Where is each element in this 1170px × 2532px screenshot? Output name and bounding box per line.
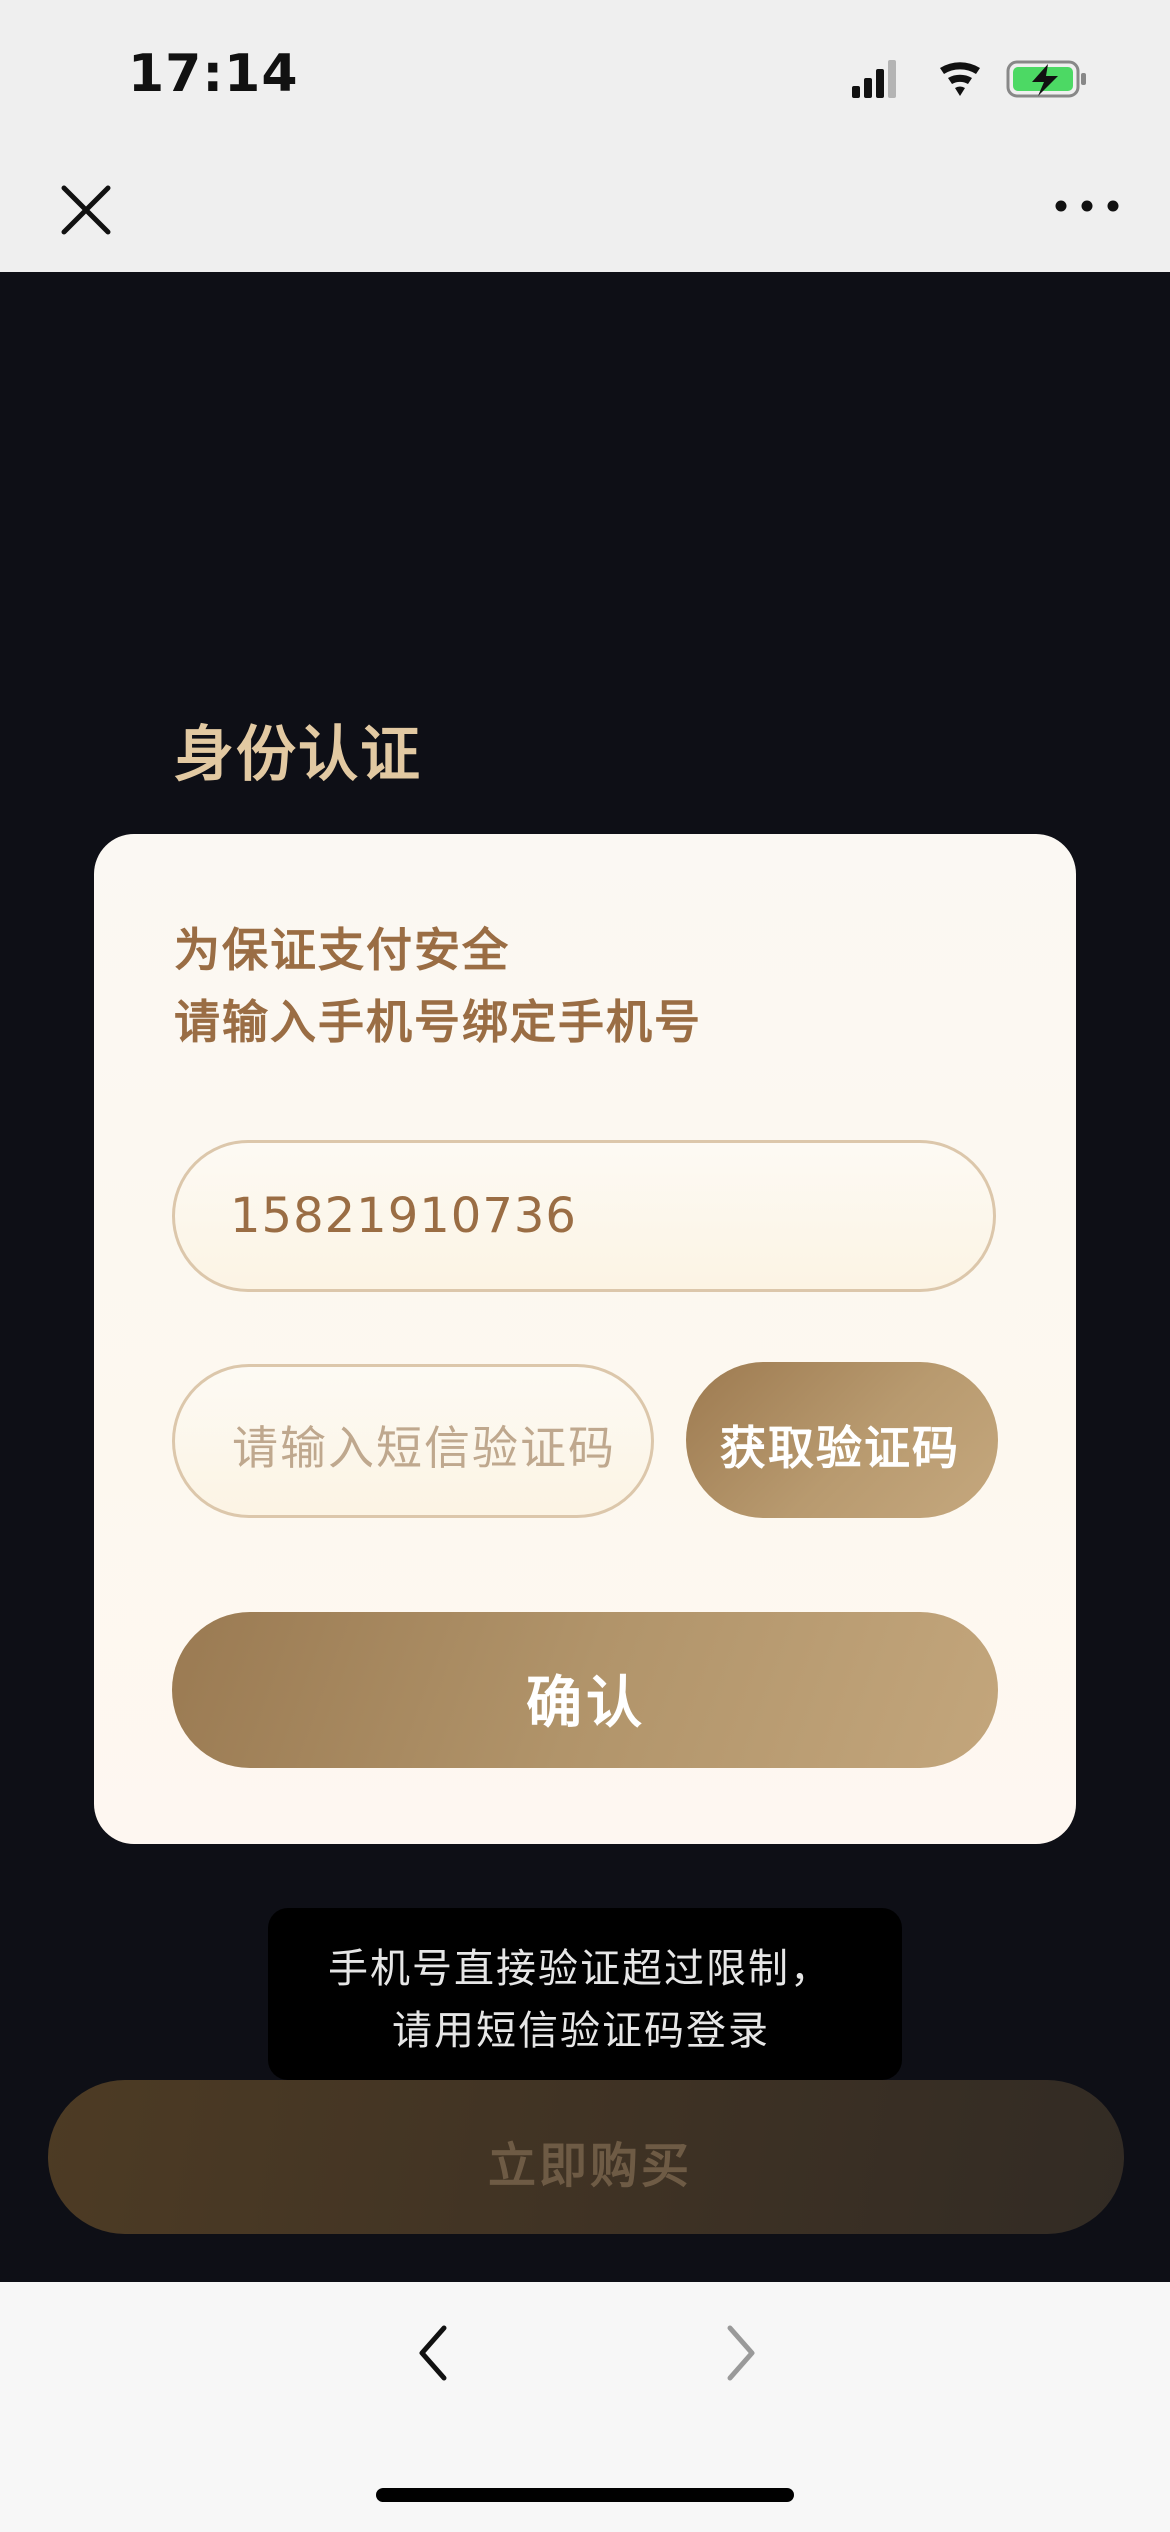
- close-icon[interactable]: [56, 180, 116, 240]
- get-code-label: 获取验证码: [720, 1421, 960, 1475]
- toast-line1: 手机号直接验证超过限制，: [328, 1946, 832, 1992]
- status-icons: [852, 60, 1086, 98]
- page-title: 身份认证: [174, 720, 422, 790]
- battery-charging-icon: [1006, 60, 1086, 98]
- cellular-signal-icon: [852, 60, 896, 98]
- sms-code-placeholder: 请输入短信验证码: [232, 1421, 616, 1475]
- wifi-icon: [940, 62, 980, 96]
- chevron-right-icon[interactable]: [718, 2322, 764, 2384]
- buy-now-label: 立即购买: [488, 2138, 693, 2194]
- status-time: 17:14: [128, 44, 299, 104]
- toast-line2: 请用短信验证码登录: [392, 2008, 770, 2054]
- nav-bar: [0, 160, 1170, 272]
- phone-input-value: 15821910736: [230, 1188, 577, 1244]
- card-subtitle-line2: 请输入手机号绑定手机号: [174, 995, 702, 1049]
- chevron-left-icon[interactable]: [410, 2322, 456, 2384]
- confirm-label: 确认: [526, 1671, 646, 1736]
- card-subtitle-line1: 为保证支付安全: [174, 923, 510, 977]
- home-indicator: [376, 2488, 794, 2502]
- more-icon[interactable]: [1052, 190, 1122, 230]
